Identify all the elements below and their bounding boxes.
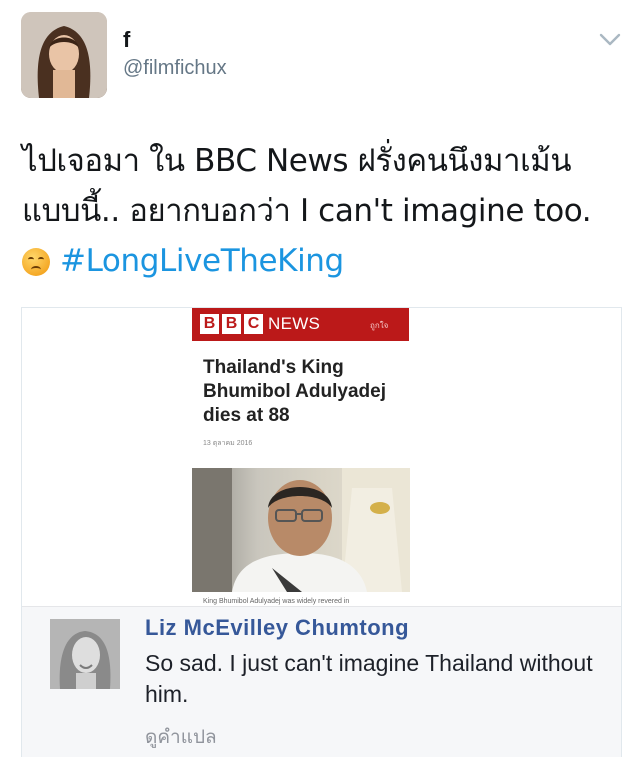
avatar[interactable] (21, 12, 107, 98)
article-headline: Thailand's King Bhumibol Adulyadej dies … (203, 357, 386, 426)
bbc-news-banner: B B C NEWS ถูกใจ (192, 308, 409, 341)
bbc-news-wordmark: NEWS (268, 314, 321, 333)
article-date: 13 ตุลาคม 2016 (203, 440, 253, 447)
tweet-line-3: #LongLiveTheKing (22, 236, 622, 286)
bbc-logo-letter: B (200, 314, 219, 334)
comment-text: So sad. I just can't imagine Thailand wi… (145, 650, 593, 707)
tweet-line-2: แบบนี้.. อยากบอกว่า I can't imagine too. (22, 193, 592, 229)
username-handle[interactable]: @filmfichux (123, 57, 227, 80)
tweet-media-image[interactable]: B B C NEWS ถูกใจ Thailand's King Bhumibo… (21, 307, 622, 757)
disappointed-face-icon (22, 248, 50, 276)
display-name[interactable]: f (123, 27, 130, 53)
commenter-name: Liz McEvilley Chumtong (145, 615, 410, 640)
see-translation-link: ดูคำแปล (145, 726, 217, 748)
tweet-line-1: ไปเจอมา ใน BBC News ฝรั่งคนนึงมาเม้น (22, 143, 572, 179)
avatar-image (21, 12, 107, 98)
chevron-down-icon[interactable] (598, 32, 622, 48)
hashtag-link[interactable]: #LongLiveTheKing (60, 243, 344, 279)
commenter-avatar (50, 619, 120, 689)
bbc-logo-letter: B (222, 314, 241, 334)
article-photo (192, 468, 410, 592)
tweet-text: ไปเจอมา ใน BBC News ฝรั่งคนนึงมาเม้น แบบ… (22, 136, 622, 286)
photo-caption: King Bhumibol Adulyadej was widely rever… (203, 598, 350, 605)
like-label: ถูกใจ (370, 321, 389, 330)
bbc-logo-letter: C (244, 314, 263, 334)
